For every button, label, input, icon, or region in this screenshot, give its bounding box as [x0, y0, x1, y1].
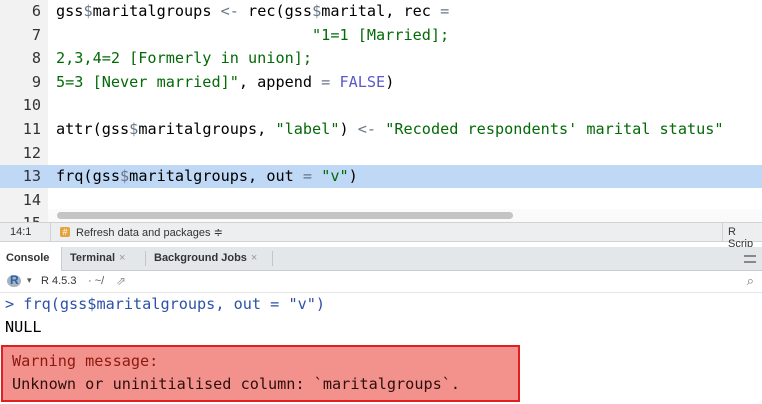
code-token: frq(gss: [56, 167, 121, 186]
code-text: "1=1 [Married];: [56, 24, 449, 47]
warning-message-box: Warning message: Unknown or uninitialise…: [1, 345, 520, 402]
code-token: "Recoded respondents' marital status": [385, 120, 724, 138]
code-line[interactable]: 12: [0, 142, 762, 165]
code-token: ): [348, 167, 358, 186]
code-token: maritalgroups: [92, 2, 221, 20]
console-output[interactable]: > frq(gss$maritalgroups, out = "v") NULL…: [0, 293, 762, 404]
code-token: attr(gss: [56, 120, 130, 138]
code-token: maritalgroups,: [138, 120, 276, 138]
console-command: frq(gss$maritalgroups, out = "v"): [23, 295, 326, 313]
go-to-directory-icon[interactable]: ⇗: [116, 274, 126, 288]
line-number: 12: [22, 143, 41, 162]
code-line[interactable]: 9 5=3 [Never married]", append = FALSE): [0, 71, 762, 94]
code-line[interactable]: 11 attr(gss$maritalgroups, "label") <- "R…: [0, 118, 762, 141]
code-token: FALSE: [339, 72, 386, 91]
tab-divider: [145, 251, 146, 266]
code-token: <-: [357, 120, 377, 138]
code-line[interactable]: 8 2,3,4=2 [Formerly in union];: [0, 47, 762, 70]
tab-console-label: Console: [6, 252, 50, 264]
code-token: <-: [220, 2, 239, 20]
cursor-position: 14:1: [10, 226, 32, 238]
console-pane-tabs: Console Terminal × Background Jobs ×: [0, 247, 762, 271]
code-token: "label": [275, 120, 340, 138]
search-icon[interactable]: ⌕: [747, 273, 754, 289]
tab-background-jobs[interactable]: Background Jobs ×: [148, 247, 263, 270]
line-number: 7: [31, 25, 41, 44]
code-token: maritalgroups, out: [129, 167, 303, 186]
tab-divider: [272, 251, 273, 266]
code-token: "v": [321, 167, 349, 186]
working-directory: · ~/: [88, 275, 105, 287]
code-token: ): [385, 72, 395, 91]
line-number: 10: [22, 96, 41, 115]
code-text: frq(gss$maritalgroups, out = "v"): [56, 165, 358, 188]
tab-terminal[interactable]: Terminal ×: [64, 247, 131, 270]
r-logo-letter: R: [10, 273, 19, 287]
tab-terminal-label: Terminal: [70, 252, 116, 264]
warning-body: Unknown or uninitialised column: `marita…: [12, 375, 461, 393]
r-version: R 4.5.3: [41, 275, 77, 287]
code-text: attr(gss$maritalgroups, "label") <- "Rec…: [56, 118, 724, 141]
status-divider: [50, 223, 51, 241]
code-editor[interactable]: 6 gss$maritalgroups <- rec(gss$marital, r…: [0, 0, 762, 222]
line-number: 15: [0, 212, 41, 222]
code-text: 2,3,4=2 [Formerly in union];: [56, 47, 312, 70]
code-token: rec(gss: [238, 2, 313, 20]
code-token: ): [339, 120, 358, 138]
code-token: 5=3 [Never married]": [56, 72, 239, 91]
section-hash-icon: #: [60, 227, 70, 237]
line-number: 11: [22, 120, 41, 138]
code-line[interactable]: 10: [0, 94, 762, 117]
code-line[interactable]: 7 "1=1 [Married];: [0, 24, 762, 47]
line-number: 14: [22, 190, 41, 209]
code-token: , append: [238, 72, 322, 91]
close-icon[interactable]: ×: [251, 252, 257, 264]
code-token: $: [120, 167, 130, 186]
line-number: 13: [22, 167, 41, 186]
r-logo-icon[interactable]: R: [7, 273, 21, 287]
editor-scrollbar-thumb[interactable]: [57, 212, 513, 219]
line-number: 6: [31, 2, 41, 20]
console-prompt: >: [5, 295, 24, 313]
code-token: =: [302, 167, 313, 186]
line-number: 9: [31, 72, 41, 91]
code-token: $: [312, 2, 322, 20]
chevron-down-icon[interactable]: ▾: [27, 275, 32, 286]
editor-status-bar: 14:1 # Refresh data and packages ≑ R Scr…: [0, 222, 762, 250]
code-token: "1=1 [Married];: [312, 25, 450, 44]
close-icon[interactable]: ×: [119, 252, 125, 264]
code-text: 5=3 [Never married]", append = FALSE): [56, 71, 394, 94]
code-token: gss: [56, 2, 84, 20]
code-token: $: [129, 120, 139, 138]
scope-selector[interactable]: Refresh data and packages ≑: [76, 226, 223, 239]
code-text: gss$maritalgroups <- rec(gss$marital, re…: [56, 0, 449, 23]
code-line[interactable]: 13 frq(gss$maritalgroups, out = "v"): [0, 165, 762, 189]
status-divider: [722, 223, 723, 241]
code-token: =: [321, 72, 331, 91]
line-number: 8: [31, 49, 41, 68]
console-toolbar: R ▾ R 4.5.3 · ~/ ⇗ ⌕: [0, 271, 762, 293]
console-command-line: > frq(gss$maritalgroups, out = "v"): [5, 293, 325, 315]
code-token: $: [83, 2, 93, 20]
console-result: NULL: [5, 318, 42, 336]
code-line[interactable]: 6 gss$maritalgroups <- rec(gss$marital, r…: [0, 0, 762, 23]
code-token: marital, rec: [321, 2, 441, 20]
tab-background-jobs-label: Background Jobs: [154, 252, 247, 264]
code-token: =: [440, 2, 450, 20]
tab-console[interactable]: Console: [0, 247, 62, 271]
code-token: 2,3,4=2 [Formerly in union];: [56, 49, 313, 68]
warning-title: Warning message:: [12, 352, 159, 370]
minimize-pane-icon[interactable]: [744, 255, 756, 263]
